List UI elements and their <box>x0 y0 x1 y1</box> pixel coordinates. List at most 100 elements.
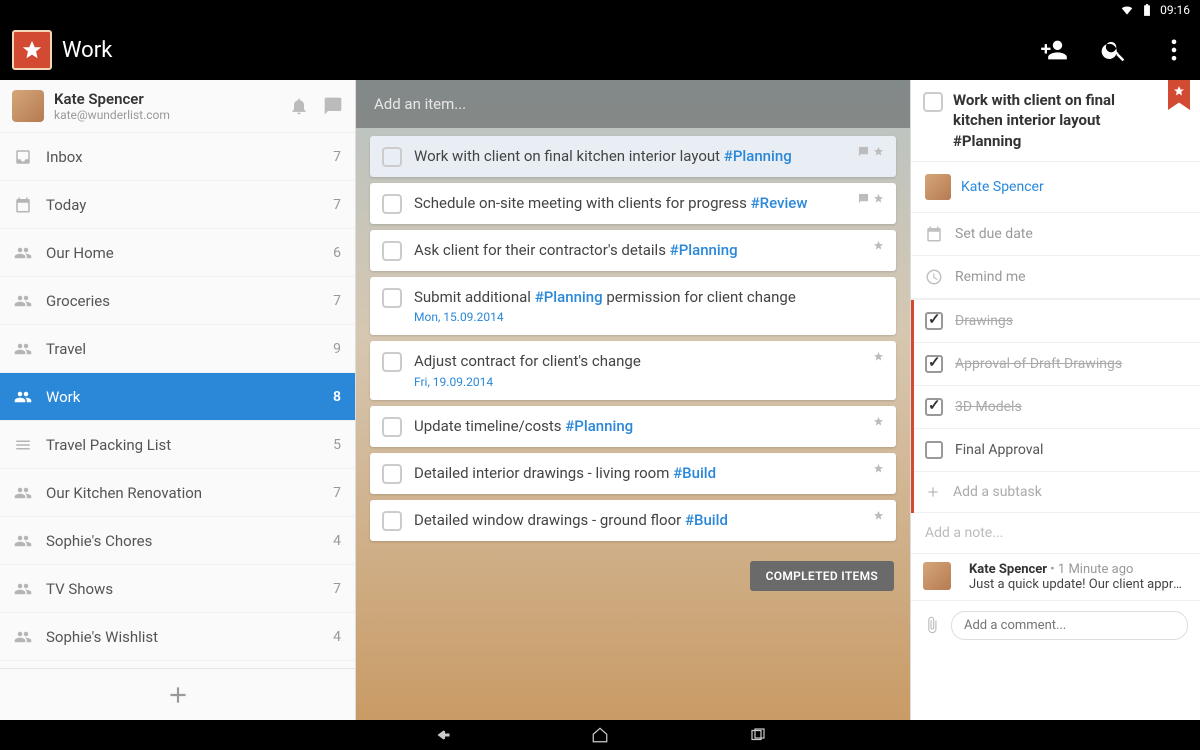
add-person-icon[interactable] <box>1040 36 1068 64</box>
chat-icon[interactable] <box>323 96 343 116</box>
subtask-label: 3D Models <box>955 399 1022 415</box>
sidebar-item-sophie-s-wishlist[interactable]: Sophie's Wishlist4 <box>0 613 355 661</box>
task-title: Ask client for their contractor's detail… <box>414 240 867 260</box>
sidebar-item-inbox[interactable]: Inbox7 <box>0 133 355 181</box>
completed-items-button[interactable]: COMPLETED ITEMS <box>750 561 894 591</box>
task-row[interactable]: Adjust contract for client's changeFri, … <box>370 341 896 399</box>
subtask-row[interactable]: Final Approval <box>911 429 1200 472</box>
star-icon <box>1173 85 1185 97</box>
sidebar-item-sophie-s-chores[interactable]: Sophie's Chores4 <box>0 517 355 565</box>
assignee-row[interactable]: Kate Spencer <box>911 162 1200 213</box>
task-row[interactable]: Update timeline/costs #Planning <box>370 406 896 447</box>
task-row[interactable]: Ask client for their contractor's detail… <box>370 230 896 271</box>
task-title: Adjust contract for client's changeFri, … <box>414 351 867 389</box>
detail-checkbox[interactable] <box>923 92 943 112</box>
sidebar: Kate Spencer kate@wunderlist.com Inbox7T… <box>0 80 356 720</box>
star-icon <box>873 240 884 251</box>
app-logo[interactable] <box>12 30 52 70</box>
plus-icon <box>165 682 191 708</box>
profile-row[interactable]: Kate Spencer kate@wunderlist.com <box>0 80 355 133</box>
main-area: Kate Spencer kate@wunderlist.com Inbox7T… <box>0 80 1200 720</box>
sidebar-item-groceries[interactable]: Groceries7 <box>0 277 355 325</box>
task-checkbox[interactable] <box>382 417 402 437</box>
note-input[interactable]: Add a note... <box>911 513 1200 554</box>
recents-icon[interactable] <box>749 726 767 744</box>
task-checkbox[interactable] <box>382 194 402 214</box>
task-checkbox[interactable] <box>382 352 402 372</box>
task-title: Detailed interior drawings - living room… <box>414 463 867 483</box>
home-icon[interactable] <box>591 726 609 744</box>
sidebar-item-count: 7 <box>333 293 341 309</box>
inbox-icon <box>14 148 32 166</box>
add-subtask-row[interactable]: Add a subtask <box>911 472 1200 513</box>
task-row[interactable]: Detailed interior drawings - living room… <box>370 453 896 494</box>
task-checkbox[interactable] <box>382 464 402 484</box>
subtask-row[interactable]: Drawings <box>911 300 1200 343</box>
comment-row[interactable]: Kate Spencer • 1 Minute ago Just a quick… <box>911 554 1200 601</box>
sidebar-item-tv-shows[interactable]: TV Shows7 <box>0 565 355 613</box>
due-date-row[interactable]: Set due date <box>911 213 1200 256</box>
star-icon <box>873 416 884 427</box>
app-header: Work <box>0 20 1200 80</box>
sidebar-item-label: Our Kitchen Renovation <box>46 484 202 502</box>
sidebar-item-our-home[interactable]: Our Home6 <box>0 229 355 277</box>
subtask-label: Final Approval <box>955 442 1043 458</box>
plus-icon <box>925 484 941 500</box>
star-icon <box>873 351 884 362</box>
clock-icon <box>925 268 943 286</box>
task-checkbox[interactable] <box>382 147 402 167</box>
remind-row[interactable]: Remind me <box>911 256 1200 299</box>
task-row[interactable]: Work with client on final kitchen interi… <box>370 136 896 177</box>
subtask-checkbox[interactable] <box>925 312 943 330</box>
sidebar-item-label: Travel <box>46 340 86 358</box>
attachment-icon[interactable] <box>923 616 941 634</box>
detail-pane: Work with client on final kitchen interi… <box>910 80 1200 720</box>
sidebar-item-work[interactable]: Work8 <box>0 373 355 421</box>
star-icon <box>873 510 884 521</box>
subtask-row[interactable]: Approval of Draft Drawings <box>911 343 1200 386</box>
subtask-label: Approval of Draft Drawings <box>955 356 1122 372</box>
sidebar-item-travel-packing-list[interactable]: Travel Packing List5 <box>0 421 355 469</box>
subtask-checkbox[interactable] <box>925 441 943 459</box>
comment-author: Kate Spencer <box>969 562 1047 577</box>
task-row[interactable]: Detailed window drawings - ground floor … <box>370 500 896 541</box>
battery-icon <box>1140 3 1154 17</box>
sidebar-item-travel[interactable]: Travel9 <box>0 325 355 373</box>
comment-text: Just a quick update! Our client approve… <box>969 577 1188 592</box>
task-checkbox[interactable] <box>382 241 402 261</box>
sidebar-item-count: 7 <box>333 197 341 213</box>
overflow-menu-icon[interactable] <box>1160 36 1188 64</box>
comment-input[interactable] <box>951 611 1188 640</box>
comment-icon <box>858 146 869 157</box>
task-date: Mon, 15.09.2014 <box>414 309 884 325</box>
bell-icon[interactable] <box>289 96 309 116</box>
back-icon[interactable] <box>433 726 451 744</box>
sidebar-item-count: 7 <box>333 581 341 597</box>
subtask-label: Drawings <box>955 313 1013 329</box>
subtask-row[interactable]: 3D Models <box>911 386 1200 429</box>
sidebar-item-our-kitchen-renovation[interactable]: Our Kitchen Renovation7 <box>0 469 355 517</box>
people-icon <box>14 292 32 310</box>
task-row[interactable]: Schedule on-site meeting with clients fo… <box>370 183 896 224</box>
task-row[interactable]: Submit additional #Planning permission f… <box>370 277 896 335</box>
task-list: Work with client on final kitchen interi… <box>356 128 910 549</box>
task-title: Work with client on final kitchen interi… <box>414 146 852 166</box>
sidebar-lists: Inbox7Today7Our Home6Groceries7Travel9Wo… <box>0 133 355 668</box>
task-checkbox[interactable] <box>382 288 402 308</box>
add-item-input[interactable]: Add an item... <box>356 80 910 128</box>
task-checkbox[interactable] <box>382 511 402 531</box>
wifi-icon <box>1120 3 1134 17</box>
subtask-checkbox[interactable] <box>925 398 943 416</box>
task-title: Submit additional #Planning permission f… <box>414 287 884 325</box>
sidebar-item-today[interactable]: Today7 <box>0 181 355 229</box>
sidebar-item-count: 7 <box>333 149 341 165</box>
add-list-button[interactable] <box>0 668 355 720</box>
calendar-icon <box>925 225 943 243</box>
task-title: Detailed window drawings - ground floor … <box>414 510 867 530</box>
subtask-checkbox[interactable] <box>925 355 943 373</box>
avatar <box>12 90 44 122</box>
sidebar-item-label: Our Home <box>46 244 114 262</box>
search-icon[interactable] <box>1100 36 1128 64</box>
task-title: Update timeline/costs #Planning <box>414 416 867 436</box>
people-icon <box>14 484 32 502</box>
